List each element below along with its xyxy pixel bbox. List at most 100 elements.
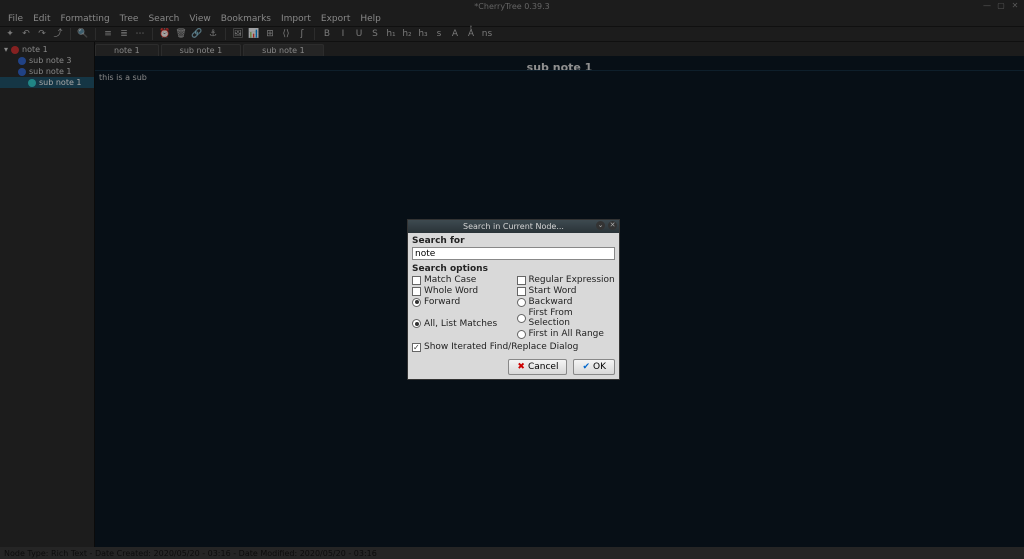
menu-edit[interactable]: Edit <box>29 14 54 24</box>
menu-import[interactable]: Import <box>277 14 315 24</box>
opt-label: First From Selection <box>529 308 616 328</box>
toolbar-separator <box>152 28 153 40</box>
checkbox-icon <box>412 276 421 285</box>
menu-view[interactable]: View <box>185 14 214 24</box>
menu-formatting[interactable]: Formatting <box>57 14 114 24</box>
search-for-label: Search for <box>412 236 615 246</box>
search-for-input[interactable] <box>412 247 615 260</box>
opt-start-word[interactable]: Start Word <box>517 286 616 296</box>
opt-label: All, List Matches <box>424 319 497 329</box>
tree-panel[interactable]: ▾ note 1 sub note 3 sub note 1 sub note … <box>0 42 95 547</box>
radio-icon <box>517 314 526 323</box>
dialog-collapse-button[interactable]: ⌄ <box>596 221 605 230</box>
opt-first-from-selection[interactable]: First From Selection <box>517 308 616 328</box>
window-close-button[interactable]: ✕ <box>1010 1 1020 11</box>
toolbar-small-icon[interactable]: s <box>433 28 445 40</box>
toolbar-h2-icon[interactable]: h₂ <box>401 28 413 40</box>
toolbar-symbol-icon[interactable]: ʃ <box>296 28 308 40</box>
toolbar-separator <box>95 28 96 40</box>
menu-bookmarks[interactable]: Bookmarks <box>217 14 275 24</box>
tab[interactable]: sub note 1 <box>161 44 242 56</box>
tree-node-label: sub note 1 <box>39 78 82 87</box>
toolbar-zoom-icon[interactable]: 🔍 <box>77 28 89 40</box>
toolbar-trash-icon[interactable]: 🗑 <box>175 28 187 40</box>
menu-search[interactable]: Search <box>144 14 183 24</box>
opt-label: Start Word <box>529 286 577 296</box>
toolbar-nostyle-icon[interactable]: ns <box>481 28 493 40</box>
menubar: File Edit Formatting Tree Search View Bo… <box>0 12 1024 26</box>
toolbar-up-icon[interactable]: ⤴ <box>52 28 64 40</box>
statusbar: Node Type: Rich Text - Date Created: 202… <box>0 547 1024 559</box>
menu-tree[interactable]: Tree <box>116 14 143 24</box>
expand-icon[interactable]: ▾ <box>4 45 8 54</box>
statusbar-text: Node Type: Rich Text - Date Created: 202… <box>4 549 377 558</box>
opt-match-case[interactable]: Match Case <box>412 275 511 285</box>
tab-label: note 1 <box>114 46 140 55</box>
checkbox-icon <box>517 276 526 285</box>
toolbar-italic-icon[interactable]: I <box>337 28 349 40</box>
toolbar: ✦ ↶ ↷ ⤴ 🔍 ≡ ≣ ⋯ ⏰ 🗑 🔗 ⚓ 🖼 📊 ⊞ ⟨⟩ ʃ B I U… <box>0 26 1024 42</box>
toolbar-anchor-icon[interactable]: ⚓ <box>207 28 219 40</box>
checkbox-icon <box>412 343 421 352</box>
node-icon <box>28 79 36 87</box>
opt-backward[interactable]: Backward <box>517 297 616 307</box>
toolbar-image-icon[interactable]: 🖼 <box>232 28 244 40</box>
tree-node-selected[interactable]: sub note 1 <box>0 77 94 88</box>
opt-all-list-matches[interactable]: All, List Matches <box>412 319 511 329</box>
ok-button[interactable]: ✔ OK <box>573 359 615 375</box>
toolbar-list1-icon[interactable]: ≡ <box>102 28 114 40</box>
toolbar-bgcolor-icon[interactable]: Aͭ <box>465 28 477 40</box>
opt-label: First in All Range <box>529 329 604 339</box>
toolbar-node-icon[interactable]: ✦ <box>4 28 16 40</box>
radio-icon <box>412 319 421 328</box>
search-options-label: Search options <box>412 264 615 274</box>
toolbar-fgcolor-icon[interactable]: A <box>449 28 461 40</box>
menu-help[interactable]: Help <box>356 14 385 24</box>
node-icon <box>18 68 26 76</box>
tab-label: sub note 1 <box>262 46 305 55</box>
tree-node[interactable]: sub note 3 <box>0 55 94 66</box>
button-label: OK <box>593 362 606 372</box>
tree-node[interactable]: ▾ note 1 <box>0 44 94 55</box>
toolbar-list3-icon[interactable]: ⋯ <box>134 28 146 40</box>
toolbar-h1-icon[interactable]: h₁ <box>385 28 397 40</box>
tab[interactable]: note 1 <box>95 44 159 56</box>
toolbar-list2-icon[interactable]: ≣ <box>118 28 130 40</box>
dialog-close-button[interactable]: ✕ <box>608 221 617 230</box>
toolbar-h3-icon[interactable]: h₃ <box>417 28 429 40</box>
cancel-icon: ✖ <box>517 362 525 372</box>
toolbar-link-icon[interactable]: 🔗 <box>191 28 203 40</box>
dialog-title: Search in Current Node... <box>463 222 564 231</box>
toolbar-bold-icon[interactable]: B <box>321 28 333 40</box>
tree-node[interactable]: sub note 1 <box>0 66 94 77</box>
tab-label: sub note 1 <box>180 46 223 55</box>
toolbar-redo-icon[interactable]: ↷ <box>36 28 48 40</box>
toolbar-table-icon[interactable]: 📊 <box>248 28 260 40</box>
editor-text: this is a sub <box>99 73 147 82</box>
opt-show-iterated[interactable]: Show Iterated Find/Replace Dialog <box>412 342 615 352</box>
menu-export[interactable]: Export <box>317 14 354 24</box>
window-maximize-button[interactable]: ▢ <box>996 1 1006 11</box>
opt-forward[interactable]: Forward <box>412 297 511 307</box>
opt-regular-expression[interactable]: Regular Expression <box>517 275 616 285</box>
radio-icon <box>412 298 421 307</box>
window-minimize-button[interactable]: — <box>982 1 992 11</box>
toolbar-underline-icon[interactable]: U <box>353 28 365 40</box>
cancel-button[interactable]: ✖ Cancel <box>508 359 567 375</box>
opt-whole-word[interactable]: Whole Word <box>412 286 511 296</box>
dialog-titlebar[interactable]: Search in Current Node... ⌄ ✕ <box>408 220 619 233</box>
menu-file[interactable]: File <box>4 14 27 24</box>
toolbar-time-icon[interactable]: ⏰ <box>159 28 171 40</box>
search-dialog: Search in Current Node... ⌄ ✕ Search for… <box>407 219 620 380</box>
toolbar-codebox-icon[interactable]: ⊞ <box>264 28 276 40</box>
button-label: Cancel <box>528 362 559 372</box>
opt-first-in-all-range[interactable]: First in All Range <box>517 329 616 339</box>
toolbar-code-icon[interactable]: ⟨⟩ <box>280 28 292 40</box>
toolbar-undo-icon[interactable]: ↶ <box>20 28 32 40</box>
ok-icon: ✔ <box>582 362 590 372</box>
opt-label: Match Case <box>424 275 476 285</box>
toolbar-strike-icon[interactable]: S <box>369 28 381 40</box>
tabs-row: note 1 sub note 1 sub note 1 <box>95 42 1024 56</box>
tab-active[interactable]: sub note 1 <box>243 44 324 56</box>
checkbox-icon <box>517 287 526 296</box>
